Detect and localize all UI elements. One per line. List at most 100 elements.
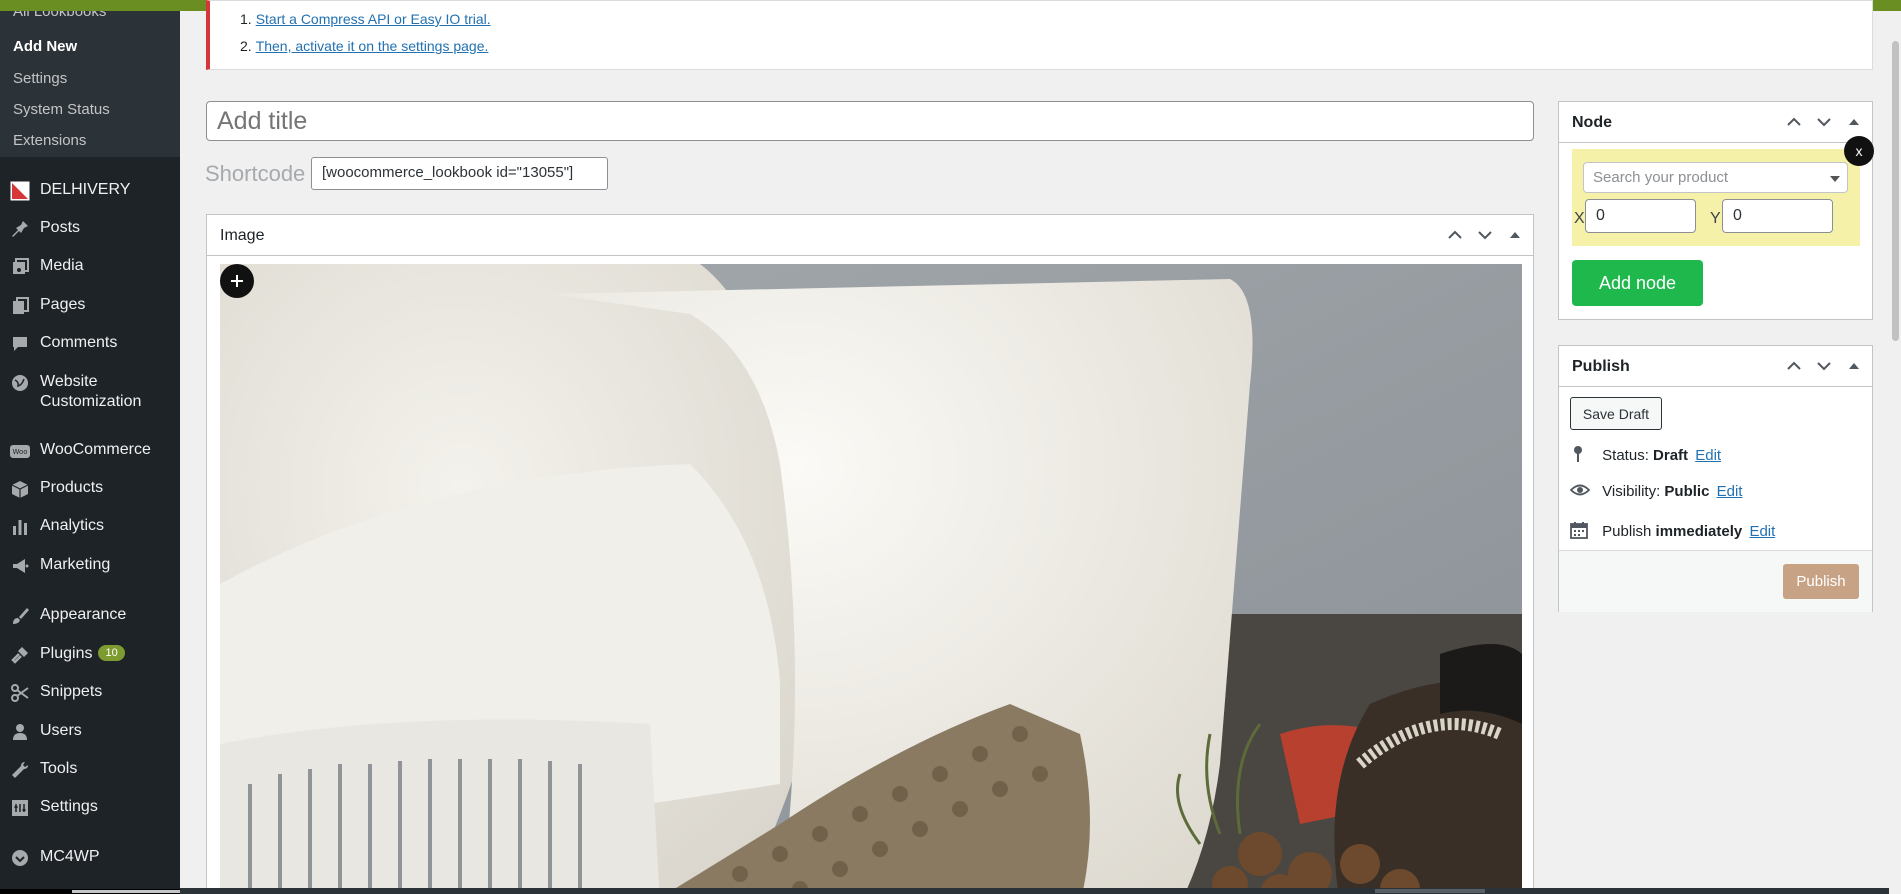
sidebar-item-label: Settings bbox=[40, 798, 98, 815]
pages-icon bbox=[9, 295, 31, 317]
sidebar-item-users[interactable]: Users bbox=[0, 716, 180, 746]
sidebar-item-media[interactable]: Media bbox=[0, 251, 180, 281]
publish-label: Publish bbox=[1602, 522, 1652, 540]
visibility-row: Visibility: Public Edit bbox=[1569, 483, 1743, 501]
sidebar-item-label: MC4WP bbox=[40, 848, 100, 865]
sidebar-item-plugins[interactable]: Plugins 10 bbox=[0, 639, 180, 669]
settings-page-link[interactable]: Then, activate it on the settings page. bbox=[256, 38, 489, 54]
scissors-icon bbox=[9, 682, 31, 704]
node-editor-panel: Search your product X 0 Y 0 bbox=[1572, 149, 1860, 246]
compress-trial-link[interactable]: Start a Compress API or Easy IO trial. bbox=[256, 11, 491, 27]
page-vertical-scrollbar[interactable] bbox=[1889, 11, 1901, 894]
publish-metabox-header: Publish bbox=[1559, 346, 1872, 387]
collapse-toggle-icon[interactable] bbox=[1844, 112, 1864, 132]
move-down-icon[interactable] bbox=[1475, 225, 1495, 245]
metabox-controls bbox=[1784, 356, 1864, 376]
mc4wp-icon bbox=[9, 847, 31, 869]
megaphone-icon bbox=[9, 555, 31, 577]
shortcode-field[interactable]: [woocommerce_lookbook id="13055"] bbox=[311, 157, 608, 190]
node-metabox-title: Node bbox=[1572, 114, 1612, 131]
sidebar-item-label-line2: Customization bbox=[40, 393, 142, 410]
x-label: X bbox=[1574, 210, 1585, 227]
sidebar-item-posts[interactable]: Posts bbox=[0, 213, 180, 243]
sidebar-item-snippets[interactable]: Snippets bbox=[0, 677, 180, 707]
publish-actions: Publish bbox=[1559, 550, 1872, 612]
image-metabox-title: Image bbox=[220, 227, 265, 244]
sidebar-item-label: Plugins 10 bbox=[40, 645, 125, 663]
sidebar-item-delhivery[interactable]: DELHIVERY bbox=[0, 175, 180, 205]
metabox-controls bbox=[1445, 225, 1525, 245]
close-node-button[interactable]: x bbox=[1844, 136, 1874, 166]
notice-step-2: 2. Then, activate it on the settings page… bbox=[240, 38, 488, 54]
sidebar-item-label: Media bbox=[40, 257, 84, 274]
publish-metabox: Publish Save Draft Status: Draft Edit Vi… bbox=[1558, 345, 1873, 612]
status-label: Status: bbox=[1602, 446, 1649, 464]
sidebar-item-website-customization[interactable]: Website Customization bbox=[0, 367, 180, 417]
lookbook-image[interactable] bbox=[220, 264, 1522, 894]
eye-icon bbox=[1569, 483, 1592, 501]
edit-visibility-link[interactable]: Edit bbox=[1717, 483, 1743, 500]
settings-icon bbox=[9, 797, 31, 819]
sidebar-item-label: WooCommerce bbox=[40, 441, 151, 458]
y-coordinate-input[interactable]: 0 bbox=[1722, 199, 1833, 233]
sidebar-item-label: Pages bbox=[40, 296, 86, 313]
woo-icon: Woo bbox=[9, 440, 31, 462]
lookbook-submenu: All Lookbooks Add New Settings System St… bbox=[0, 11, 180, 157]
step-number: 2. bbox=[240, 38, 252, 54]
submenu-item-extensions[interactable]: Extensions bbox=[13, 132, 86, 149]
move-down-icon[interactable] bbox=[1814, 112, 1834, 132]
sidebar-item-appearance[interactable]: Appearance bbox=[0, 600, 180, 630]
image-metabox-header: Image bbox=[207, 215, 1533, 256]
move-up-icon[interactable] bbox=[1784, 112, 1804, 132]
submenu-item-all-lookbooks[interactable]: All Lookbooks bbox=[13, 11, 106, 20]
save-draft-button[interactable]: Save Draft bbox=[1570, 397, 1662, 430]
x-coordinate-input[interactable]: 0 bbox=[1585, 199, 1696, 233]
image-metabox: Image bbox=[206, 214, 1534, 894]
product-search-select[interactable]: Search your product bbox=[1583, 162, 1848, 193]
submenu-item-add-new[interactable]: Add New bbox=[13, 38, 77, 55]
submenu-item-system-status[interactable]: System Status bbox=[13, 101, 110, 118]
sidebar-item-products[interactable]: Products bbox=[0, 473, 180, 503]
add-node-pin[interactable] bbox=[220, 264, 254, 298]
sidebar-item-settings[interactable]: Settings bbox=[0, 792, 180, 822]
edit-publish-date-link[interactable]: Edit bbox=[1749, 523, 1775, 540]
brush-icon bbox=[9, 605, 31, 627]
collapse-toggle-icon[interactable] bbox=[1844, 356, 1864, 376]
sidebar-item-label: Website bbox=[40, 373, 98, 390]
calendar-icon bbox=[1570, 521, 1592, 543]
pin-icon bbox=[1570, 445, 1592, 467]
sidebar-item-marketing[interactable]: Marketing bbox=[0, 550, 180, 580]
visibility-label: Visibility: bbox=[1602, 483, 1661, 500]
edit-status-link[interactable]: Edit bbox=[1695, 447, 1721, 464]
sidebar-item-mc4wp[interactable]: MC4WP bbox=[0, 842, 180, 872]
plugins-update-badge: 10 bbox=[98, 645, 125, 661]
page-horizontal-scrollbar[interactable] bbox=[180, 888, 1889, 894]
sidebar-item-woocommerce[interactable]: Woo WooCommerce bbox=[0, 435, 180, 465]
scrollbar-thumb[interactable] bbox=[1375, 889, 1485, 893]
move-down-icon[interactable] bbox=[1814, 356, 1834, 376]
scrollbar-thumb[interactable] bbox=[72, 890, 180, 893]
visibility-value: Public bbox=[1664, 483, 1710, 500]
sidebar-item-analytics[interactable]: Analytics bbox=[0, 511, 180, 541]
move-up-icon[interactable] bbox=[1445, 225, 1465, 245]
delhivery-icon bbox=[9, 180, 31, 202]
sidebar-item-tools[interactable]: Tools bbox=[0, 754, 180, 784]
publish-button[interactable]: Publish bbox=[1783, 564, 1859, 599]
submenu-item-settings[interactable]: Settings bbox=[13, 70, 67, 87]
scrollbar-thumb[interactable] bbox=[1892, 41, 1899, 341]
title-input[interactable] bbox=[206, 101, 1534, 141]
sidebar-horizontal-scrollbar[interactable] bbox=[0, 889, 180, 894]
collapse-toggle-icon[interactable] bbox=[1505, 225, 1525, 245]
sidebar-item-label: Marketing bbox=[40, 556, 111, 573]
ewww-notice: 1. Start a Compress API or Easy IO trial.… bbox=[206, 0, 1873, 70]
media-icon bbox=[9, 256, 31, 278]
notice-step-1: 1. Start a Compress API or Easy IO trial. bbox=[240, 11, 491, 27]
sidebar-item-label: Users bbox=[40, 722, 82, 739]
sidebar-item-pages[interactable]: Pages bbox=[0, 290, 180, 320]
sidebar-item-comments[interactable]: Comments bbox=[0, 328, 180, 358]
sidebar-item-label: Comments bbox=[40, 334, 118, 351]
add-node-button[interactable]: Add node bbox=[1572, 260, 1703, 306]
move-up-icon[interactable] bbox=[1784, 356, 1804, 376]
node-metabox-header: Node bbox=[1559, 102, 1872, 143]
sidebar-item-label: Products bbox=[40, 479, 104, 496]
